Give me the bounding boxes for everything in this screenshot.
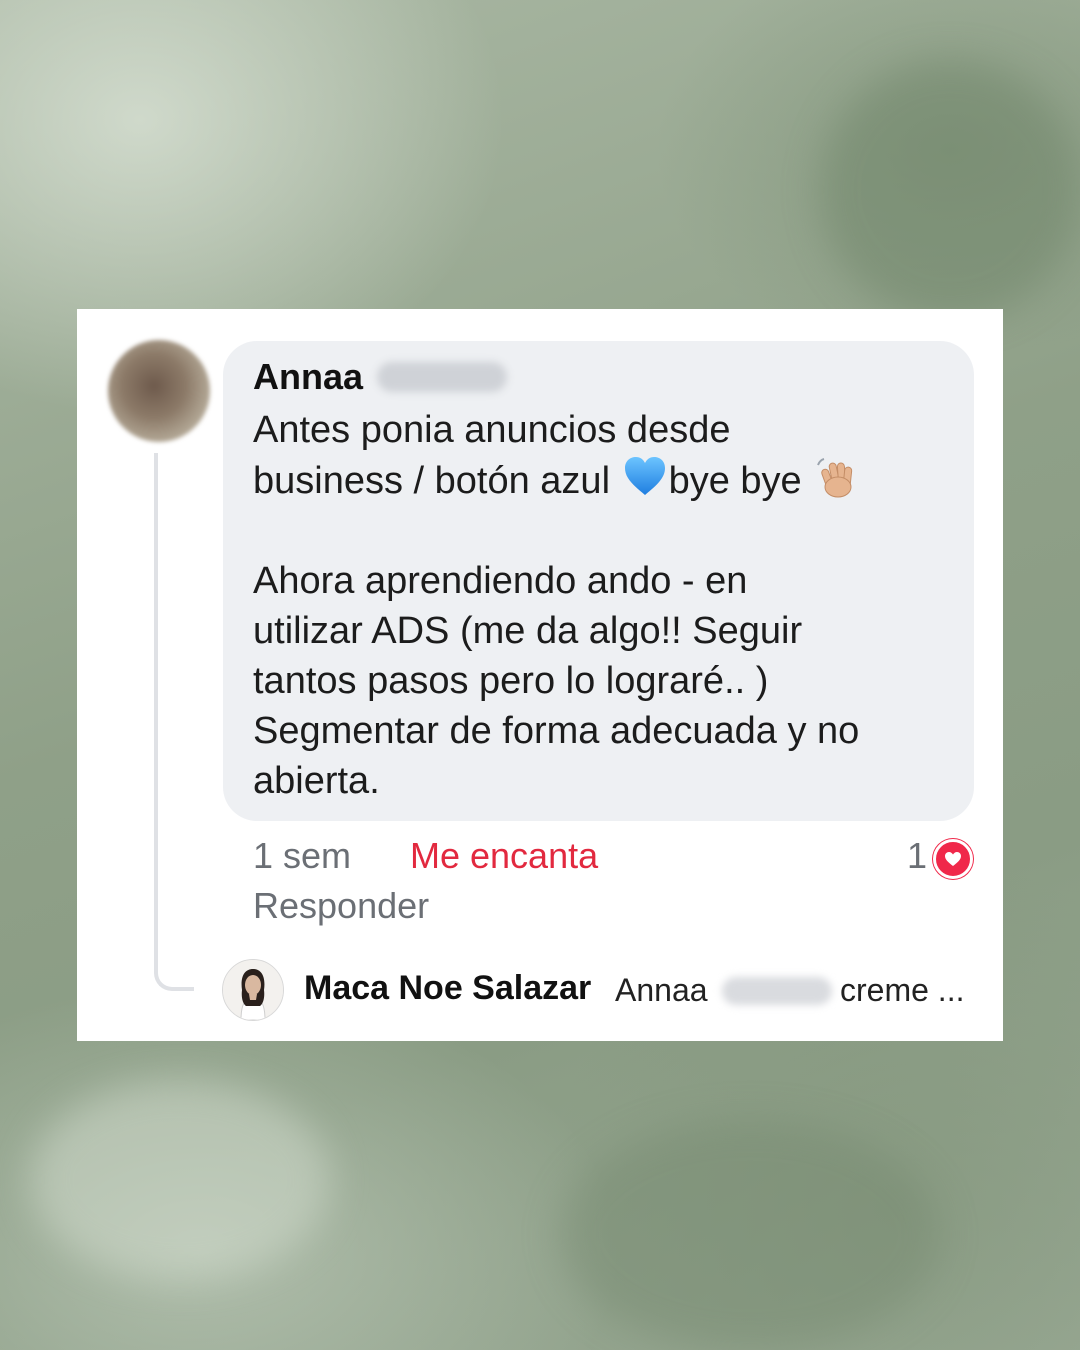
reply-author-avatar[interactable] [222,959,284,1021]
love-reaction-button[interactable]: Me encanta [410,835,598,877]
heart-reaction-icon[interactable] [933,839,973,879]
background-texture [560,1120,940,1350]
waving-hand-icon [817,458,853,498]
comment-actions: 1 sem Me encanta 1 [253,835,973,883]
reply-preview-row[interactable]: Maca Noe Salazar Annaa creme ... [222,959,982,1021]
commenter-name[interactable]: Annaa [253,356,363,398]
person-avatar-icon [223,960,283,1020]
comment-paragraph-2: Ahora aprendiendo ando - en utilizar ADS… [253,560,860,802]
reaction-count[interactable]: 1 [907,835,927,877]
reply-author-name[interactable]: Maca Noe Salazar [304,969,591,1008]
reply-preview-text: creme ... [840,972,965,1008]
comment-timestamp[interactable]: 1 sem [253,835,351,877]
comment-line-2-start: business / botón azul [253,460,611,502]
reply-button[interactable]: Responder [253,885,429,927]
blue-heart-icon [624,457,665,495]
redacted-mention-surname [722,977,832,1005]
comment-line-1: Antes ponia anuncios desde [253,409,731,451]
background-texture [30,1080,330,1280]
redacted-surname [377,362,508,392]
thread-connector-line [154,453,194,991]
commenter-avatar[interactable] [108,340,210,442]
comment-card: Annaa Antes ponia anuncios desde busines… [77,309,1003,1041]
background-texture [820,60,1080,320]
comment-text: Antes ponia anuncios desde business / bo… [253,405,944,806]
comment-bubble: Annaa Antes ponia anuncios desde busines… [223,341,974,821]
comment-line-2-end: bye bye [668,460,802,502]
reply-mention[interactable]: Annaa [615,972,708,1009]
